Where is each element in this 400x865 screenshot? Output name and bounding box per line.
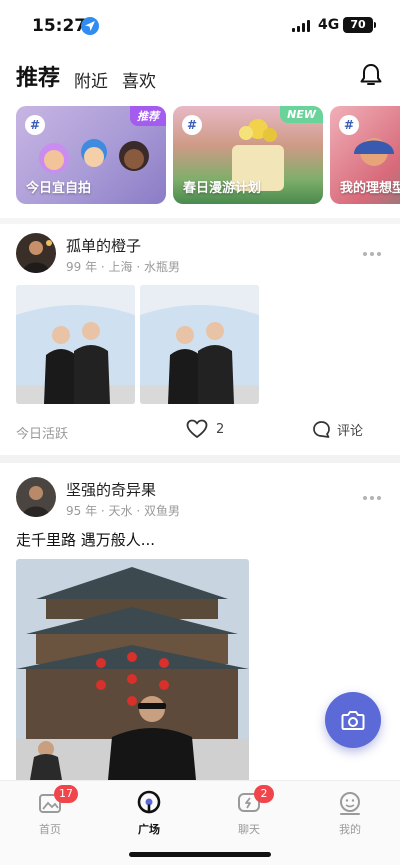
nav-home-badge: 17 <box>54 785 78 803</box>
nav-home[interactable]: 17 首页 <box>18 785 82 837</box>
avatar[interactable] <box>16 477 56 517</box>
avatar[interactable] <box>16 233 56 273</box>
topic-carousel: # 推荐 今日宜自拍 # NEW 春日漫游计划 # 我的理想型 <box>16 106 400 206</box>
tab-nearby[interactable]: 附近 <box>74 67 108 92</box>
post-text: 走千里路 遇万般人... <box>16 531 156 549</box>
bell-icon[interactable] <box>359 62 383 88</box>
post-photo[interactable] <box>16 559 249 780</box>
topic-badge-recommend: 推荐 <box>130 106 166 126</box>
more-options-icon[interactable] <box>362 495 382 501</box>
topic-card-spring[interactable]: # NEW 春日漫游计划 <box>173 106 323 204</box>
post-photo[interactable] <box>16 285 135 404</box>
like-button[interactable]: 2 <box>186 419 224 439</box>
post-photo[interactable] <box>140 285 259 404</box>
hashtag-icon: # <box>182 115 202 135</box>
topic-card-selfie[interactable]: # 推荐 今日宜自拍 <box>16 106 166 204</box>
heart-icon <box>186 419 208 438</box>
nav-profile-label: 我的 <box>339 823 361 836</box>
tab-liked[interactable]: 喜欢 <box>122 67 156 92</box>
top-tabs: 推荐 附近 喜欢 <box>16 56 156 92</box>
topic-label: 我的理想型 <box>340 181 400 196</box>
comment-label: 评论 <box>337 424 364 439</box>
nav-chat-badge: 2 <box>254 785 274 803</box>
nav-chat[interactable]: 2 聊天 <box>217 785 281 837</box>
camera-post-button[interactable] <box>325 692 381 748</box>
network-type: 4G <box>318 17 340 33</box>
battery-icon: 70 <box>343 17 376 33</box>
profile-icon <box>340 792 360 815</box>
status-time: 15:27 <box>32 16 87 36</box>
post-user-meta: 99 年 · 上海 · 水瓶男 <box>66 260 180 274</box>
tab-recommend[interactable]: 推荐 <box>16 60 60 92</box>
comment-button[interactable]: 评论 <box>312 420 363 439</box>
nav-profile[interactable]: 我的 <box>318 789 382 837</box>
post-username[interactable]: 坚强的奇异果 <box>66 479 156 500</box>
camera-icon <box>341 711 365 730</box>
hashtag-icon: # <box>25 115 45 135</box>
location-arrow-icon <box>81 17 99 35</box>
plaza-icon <box>137 790 161 814</box>
nav-chat-label: 聊天 <box>238 823 260 836</box>
topic-card-ideal-type[interactable]: # 我的理想型 <box>330 106 400 204</box>
home-indicator <box>129 852 271 857</box>
nav-plaza[interactable]: 广场 <box>117 789 181 837</box>
status-bar: 15:27 4G 70 <box>0 0 400 50</box>
hashtag-icon: # <box>339 115 359 135</box>
memoji-avatars-image <box>39 139 149 173</box>
like-count: 2 <box>216 421 225 437</box>
cellular-signal-icon <box>292 20 310 32</box>
nav-home-label: 首页 <box>39 823 61 836</box>
active-status: 今日活跃 <box>16 427 69 442</box>
post-username[interactable]: 孤单的橙子 <box>66 235 141 256</box>
topic-label: 今日宜自拍 <box>26 181 92 196</box>
nav-plaza-label: 广场 <box>138 823 160 836</box>
more-options-icon[interactable] <box>362 251 382 257</box>
post-divider <box>0 455 400 463</box>
topic-badge-new: NEW <box>280 106 323 123</box>
topic-label: 春日漫游计划 <box>183 181 262 196</box>
section-divider <box>0 218 400 224</box>
post-user-meta: 95 年 · 天水 · 双鱼男 <box>66 504 180 518</box>
comment-bubble-icon <box>313 421 330 438</box>
